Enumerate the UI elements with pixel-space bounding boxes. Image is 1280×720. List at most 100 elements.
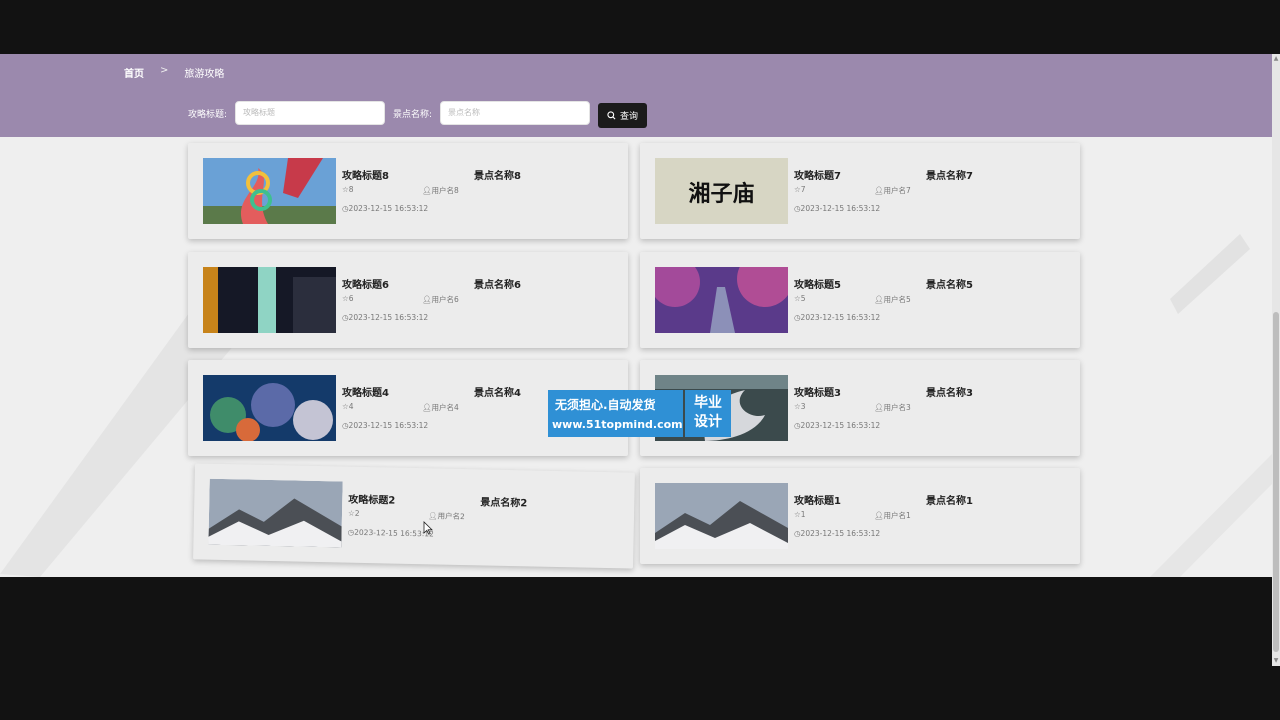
scrollbar-thumb[interactable] xyxy=(1273,312,1279,652)
guide-card-title[interactable]: 攻略标题7 xyxy=(794,167,841,182)
guide-card-time: ◷2023-12-15 16:53:12 xyxy=(794,204,880,213)
guide-card[interactable]: 湘子庙 攻略标题7 景点名称7 ☆7 👤︎用户名7 ◷2023-12-15 16… xyxy=(640,143,1080,239)
likes-count: 2 xyxy=(354,508,360,518)
spot-search-label: 景点名称: xyxy=(393,109,433,120)
guide-card-title[interactable]: 攻略标题2 xyxy=(348,491,395,507)
guide-card-image[interactable]: 湘子庙 xyxy=(655,158,788,224)
page-viewport: 首页 > 旅游攻略 攻略标题: 攻略标题 景点名称: 景点名称 查询 攻略标题8… xyxy=(0,54,1272,577)
guide-card-title[interactable]: 攻略标题1 xyxy=(794,492,841,507)
mouse-cursor-icon xyxy=(423,521,433,535)
user-name: 用户名5 xyxy=(883,295,911,304)
guide-card-likes: ☆3 xyxy=(794,402,806,411)
search-button[interactable]: 查询 xyxy=(598,103,647,128)
publish-time: 2023-12-15 16:53:12 xyxy=(354,527,434,539)
watermark-badge-line1: 毕业 xyxy=(694,395,722,411)
user-name: 用户名2 xyxy=(437,511,465,522)
guide-card-time: ◷2023-12-15 16:53:12 xyxy=(342,204,428,213)
likes-count: 1 xyxy=(800,510,806,519)
guide-card-time: ◷2023-12-15 16:53:12 xyxy=(342,421,428,430)
guide-card-image[interactable] xyxy=(203,267,336,333)
guide-card[interactable]: 攻略标题5 景点名称5 ☆5 👤︎用户名5 ◷2023-12-15 16:53:… xyxy=(640,252,1080,348)
guide-card-spot: 景点名称4 xyxy=(474,388,521,399)
likes-count: 8 xyxy=(348,185,354,194)
guide-card[interactable]: 攻略标题6 景点名称6 ☆6 👤︎用户名6 ◷2023-12-15 16:53:… xyxy=(188,252,628,348)
guide-card-time: ◷2023-12-15 16:53:12 xyxy=(348,528,434,539)
star-icon: ☆ xyxy=(794,510,801,519)
likes-count: 5 xyxy=(800,294,806,303)
spot-search-group: 景点名称: 景点名称 xyxy=(393,100,591,126)
page-scrollbar[interactable]: ▲ ▼ xyxy=(1272,54,1280,666)
guide-card[interactable]: 攻略标题8 景点名称8 ☆8 👤︎用户名8 ◷2023-12-15 16:53:… xyxy=(188,143,628,239)
guide-card-spot: 景点名称2 xyxy=(480,497,528,510)
user-name: 用户名8 xyxy=(431,186,459,195)
publish-time: 2023-12-15 16:53:12 xyxy=(348,204,429,213)
spot-search-input[interactable]: 景点名称 xyxy=(440,101,591,125)
guide-card-image[interactable] xyxy=(203,375,336,441)
guide-card-image[interactable] xyxy=(208,478,343,548)
guide-card-likes: ☆1 xyxy=(794,510,806,519)
user-icon: 👤︎ xyxy=(874,511,884,520)
guide-card-spot: 景点名称1 xyxy=(926,496,973,507)
guide-card-user: 👤︎用户名7 xyxy=(874,185,911,196)
guide-card-user: 👤︎用户名6 xyxy=(422,294,459,305)
guide-card-time: ◷2023-12-15 16:53:12 xyxy=(794,529,880,538)
guide-card-title[interactable]: 攻略标题8 xyxy=(342,167,389,182)
guide-card-spot: 景点名称5 xyxy=(926,280,973,291)
user-icon: 👤︎ xyxy=(422,403,432,412)
star-icon: ☆ xyxy=(794,185,801,194)
star-icon: ☆ xyxy=(342,294,349,303)
guide-card-user: 👤︎用户名8 xyxy=(422,185,459,196)
star-icon: ☆ xyxy=(794,294,801,303)
guide-card-likes: ☆7 xyxy=(794,185,806,194)
scroll-up-icon[interactable]: ▲ xyxy=(1273,56,1279,62)
guide-card-spot: 景点名称8 xyxy=(474,171,521,182)
title-search-input[interactable]: 攻略标题 xyxy=(235,101,386,125)
image-caption: 湘子庙 xyxy=(688,181,755,207)
watermark-banner: 无须担心.自动发货 www.51topmind.com 毕业 设计 xyxy=(548,390,731,437)
title-search-label: 攻略标题: xyxy=(188,109,228,120)
user-name: 用户名4 xyxy=(431,403,459,412)
user-icon: 👤︎ xyxy=(874,186,884,195)
guide-card-user: 👤︎用户名4 xyxy=(422,402,459,413)
guide-card-likes: ☆8 xyxy=(342,185,354,194)
publish-time: 2023-12-15 16:53:12 xyxy=(800,421,881,430)
guide-card-spot: 景点名称6 xyxy=(474,280,521,291)
header-bar: 首页 > 旅游攻略 攻略标题: 攻略标题 景点名称: 景点名称 查询 xyxy=(0,54,1272,137)
user-icon: 👤︎ xyxy=(874,295,884,304)
guide-card-image[interactable] xyxy=(203,158,336,224)
breadcrumb-home[interactable]: 首页 xyxy=(124,65,144,80)
publish-time: 2023-12-15 16:53:12 xyxy=(348,421,429,430)
star-icon: ☆ xyxy=(794,402,801,411)
likes-count: 6 xyxy=(348,294,354,303)
guide-card-likes: ☆4 xyxy=(342,402,354,411)
star-icon: ☆ xyxy=(342,402,349,411)
guide-card-likes: ☆5 xyxy=(794,294,806,303)
breadcrumb-separator: > xyxy=(160,65,169,76)
guide-card-title[interactable]: 攻略标题3 xyxy=(794,384,841,399)
guide-card-title[interactable]: 攻略标题4 xyxy=(342,384,389,399)
user-icon: 👤︎ xyxy=(874,403,884,412)
guide-card-user: 👤︎用户名2 xyxy=(428,510,465,522)
guide-card-title[interactable]: 攻略标题6 xyxy=(342,276,389,291)
breadcrumb: 首页 > 旅游攻略 xyxy=(124,65,224,80)
publish-time: 2023-12-15 16:53:12 xyxy=(800,313,881,322)
guide-card-user: 👤︎用户名1 xyxy=(874,510,911,521)
guide-card-image[interactable] xyxy=(655,483,788,549)
guide-card-image[interactable] xyxy=(655,267,788,333)
publish-time: 2023-12-15 16:53:12 xyxy=(348,313,429,322)
guide-card-user: 👤︎用户名3 xyxy=(874,402,911,413)
scroll-down-icon[interactable]: ▼ xyxy=(1273,658,1279,664)
guide-card-user: 👤︎用户名5 xyxy=(874,294,911,305)
publish-time: 2023-12-15 16:53:12 xyxy=(800,204,881,213)
watermark-badge: 毕业 设计 xyxy=(685,390,731,437)
publish-time: 2023-12-15 16:53:12 xyxy=(800,529,881,538)
likes-count: 3 xyxy=(800,402,806,411)
guide-card-likes: ☆6 xyxy=(342,294,354,303)
user-icon: 👤︎ xyxy=(422,295,432,304)
user-icon: 👤︎ xyxy=(422,186,432,195)
guide-card-time: ◷2023-12-15 16:53:12 xyxy=(794,313,880,322)
guide-card-title[interactable]: 攻略标题5 xyxy=(794,276,841,291)
guide-card[interactable]: 攻略标题1 景点名称1 ☆1 👤︎用户名1 ◷2023-12-15 16:53:… xyxy=(640,468,1080,564)
guide-card[interactable]: 攻略标题2 景点名称2 ☆2 👤︎用户名2 ◷2023-12-15 16:53:… xyxy=(193,463,635,569)
user-icon: 👤︎ xyxy=(427,511,438,521)
